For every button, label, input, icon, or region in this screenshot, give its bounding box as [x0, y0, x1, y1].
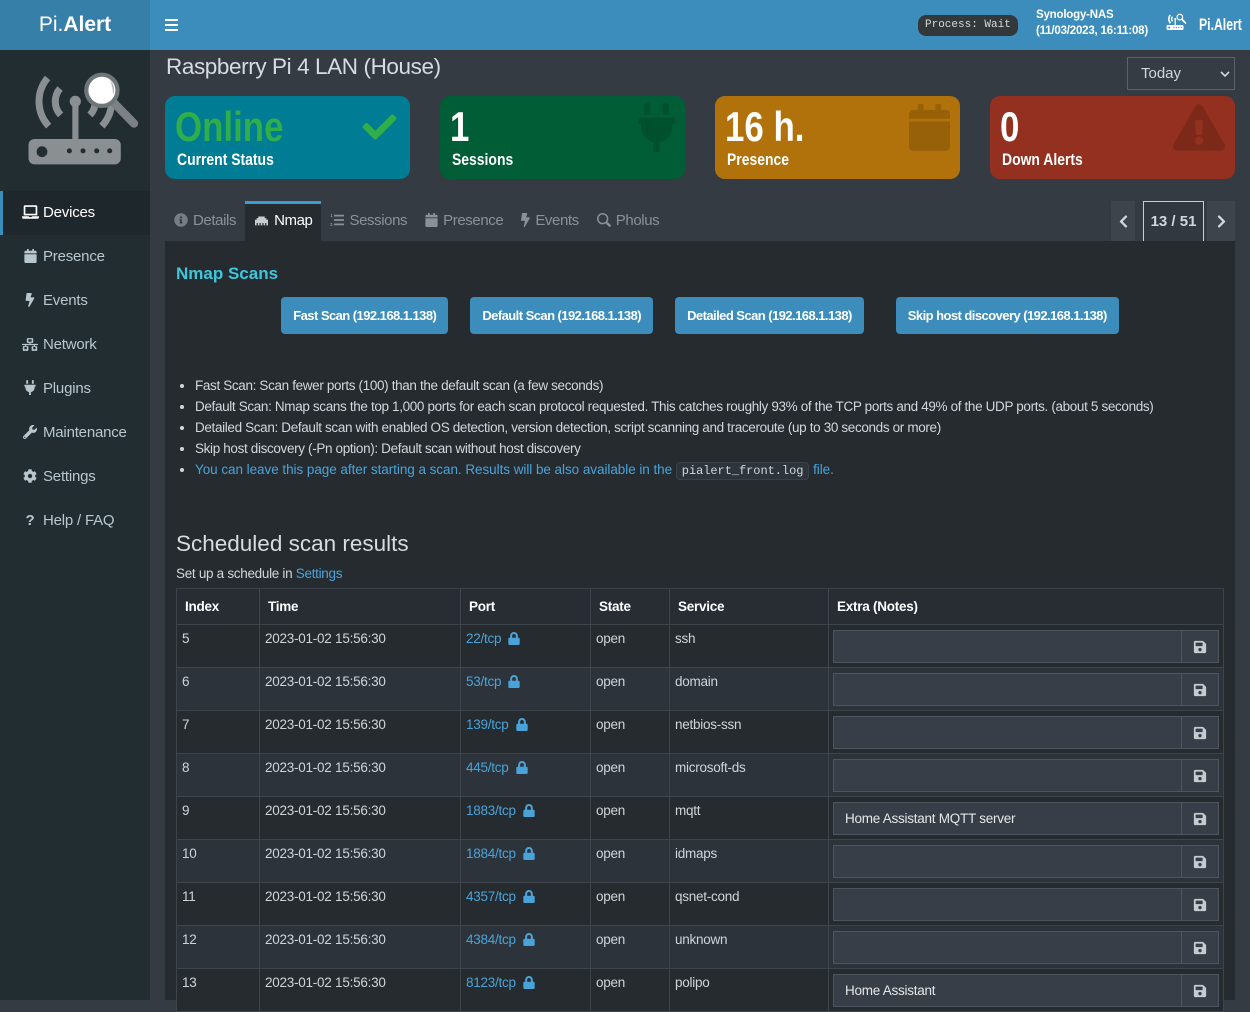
svg-text:1: 1: [331, 213, 334, 218]
svg-text:2: 2: [330, 222, 333, 227]
